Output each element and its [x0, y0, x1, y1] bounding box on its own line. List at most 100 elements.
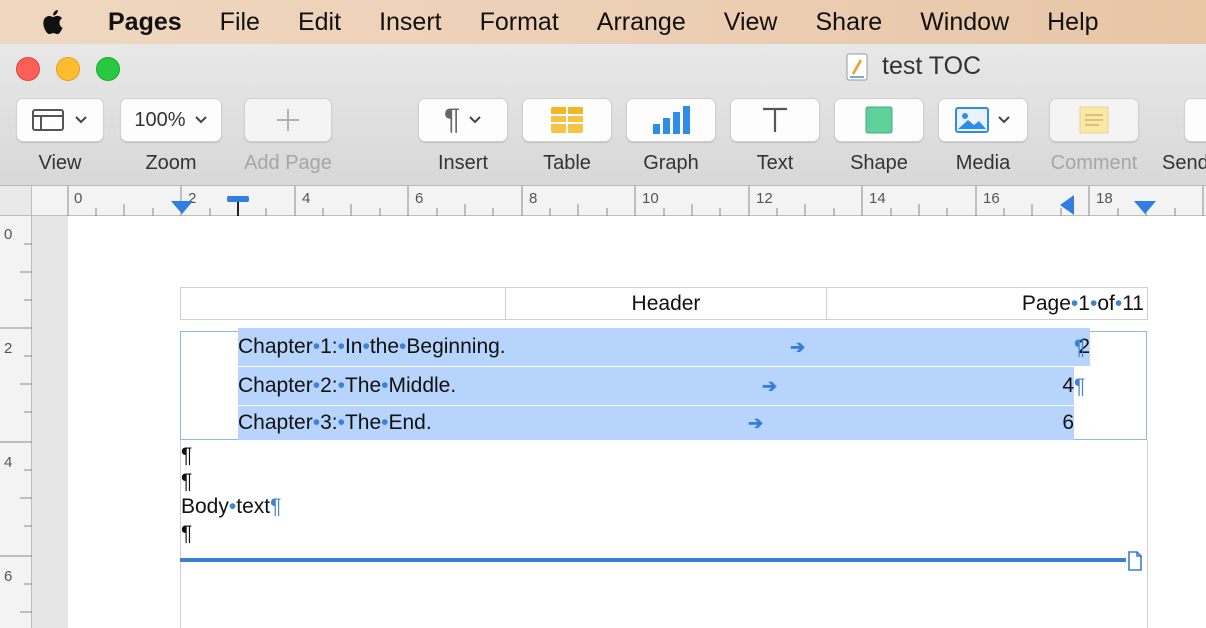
- chevron-down-icon: [998, 116, 1010, 124]
- window-titlebar: [0, 44, 1206, 94]
- ruler-number: 12: [756, 190, 773, 207]
- space-marker: •: [1114, 291, 1123, 315]
- zoom-label: Zoom: [145, 152, 197, 174]
- page-of-label: of: [1097, 291, 1115, 315]
- insert-label: Insert: [437, 152, 489, 174]
- graph-button[interactable]: [626, 98, 716, 142]
- left-indent-marker-icon[interactable]: [170, 200, 194, 216]
- text-button[interactable]: [730, 98, 820, 142]
- menu-window[interactable]: Window: [920, 8, 1009, 37]
- ruler-corner: [0, 186, 32, 216]
- right-indent-marker-icon[interactable]: [1133, 200, 1157, 216]
- section-break-line: [180, 558, 1126, 562]
- empty-paragraph-mark[interactable]: ¶: [181, 470, 192, 494]
- add-page-label: Add Page: [244, 152, 332, 174]
- ruler-number: 16: [983, 190, 1000, 207]
- zoom-value: 100%: [134, 108, 186, 131]
- minimize-window-button[interactable]: [56, 57, 80, 81]
- document-title: test TOC: [846, 52, 981, 81]
- chevron-down-icon: [194, 116, 207, 124]
- space-marker: •: [1089, 291, 1098, 315]
- header-right-cell[interactable]: Page • 1 • of • 11: [826, 288, 1147, 319]
- sidebar-layout-icon: [32, 109, 64, 131]
- tab-stop-marker-icon[interactable]: [1058, 194, 1076, 216]
- first-line-indent-marker-icon[interactable]: [226, 194, 252, 216]
- toc-entry[interactable]: Chapter•3:•The•End. ➔ 6: [238, 406, 1074, 440]
- toc-entry-page[interactable]: 6: [1062, 411, 1074, 435]
- menu-help[interactable]: Help: [1047, 8, 1098, 37]
- toc-entry-title[interactable]: Chapter•2:•The•Middle.: [238, 374, 456, 398]
- menu-format[interactable]: Format: [480, 8, 559, 37]
- page-count: 11: [1122, 291, 1144, 315]
- header-center-cell[interactable]: Header: [505, 288, 826, 319]
- space-marker: •: [1070, 291, 1079, 315]
- menu-file[interactable]: File: [220, 8, 260, 37]
- text-label: Text: [756, 152, 794, 174]
- menu-app-pages[interactable]: Pages: [108, 8, 182, 37]
- chevron-down-icon: [75, 116, 87, 124]
- comment-label: Comment: [1050, 152, 1138, 174]
- send-button[interactable]: [1184, 98, 1206, 142]
- header-text: Header: [631, 291, 701, 315]
- apple-logo-icon[interactable]: [40, 8, 84, 36]
- ruler-number: 18: [1096, 190, 1113, 207]
- menu-edit[interactable]: Edit: [298, 8, 341, 37]
- body-text-paragraph[interactable]: Body•text¶: [181, 495, 281, 519]
- pilcrow-icon: ¶: [443, 103, 461, 136]
- graph-label: Graph: [643, 152, 699, 174]
- menu-bar: Pages File Edit Insert Format Arrange Vi…: [0, 0, 1206, 44]
- ruler-number: 4: [302, 190, 311, 207]
- zoom-window-button[interactable]: [96, 57, 120, 81]
- vertical-ruler[interactable]: 0 2 4 6: [0, 216, 32, 628]
- toc-entry-page[interactable]: 4: [1062, 374, 1074, 398]
- table-icon: [551, 107, 583, 133]
- ruler-ticks: [67, 186, 1204, 216]
- page-header[interactable]: Header Page • 1 • of • 11: [180, 287, 1148, 320]
- canvas-background: [32, 216, 68, 628]
- send-label: Send: [1162, 152, 1206, 174]
- empty-paragraph-mark[interactable]: ¶: [181, 444, 192, 468]
- view-button[interactable]: [16, 98, 104, 142]
- menu-view[interactable]: View: [724, 8, 778, 37]
- photo-icon: [955, 107, 989, 133]
- shape-button[interactable]: [834, 98, 924, 142]
- table-label: Table: [543, 152, 591, 174]
- empty-paragraph-mark[interactable]: ¶: [181, 522, 192, 546]
- toc-entry[interactable]: Chapter•2:•The•Middle. ➔ 4: [238, 367, 1074, 405]
- menu-arrange[interactable]: Arrange: [597, 8, 686, 37]
- table-button[interactable]: [522, 98, 612, 142]
- horizontal-ruler[interactable]: 0 2 4 6 8 10 12 14 16 18: [32, 186, 1206, 216]
- pilcrow-icon: ¶: [1074, 375, 1086, 398]
- shape-square-icon: [865, 106, 893, 134]
- media-label: Media: [955, 152, 1011, 174]
- toc-entry[interactable]: Chapter•1:•In•the•Beginning. ➔ 2: [238, 328, 1090, 366]
- menu-share[interactable]: Share: [815, 8, 882, 37]
- bar-chart-icon: [653, 106, 690, 134]
- tab-arrow-icon: ➔: [748, 412, 764, 433]
- insert-button[interactable]: ¶: [418, 98, 508, 142]
- text-t-icon: [763, 107, 787, 132]
- pilcrow-icon: ¶: [1074, 336, 1086, 359]
- view-label: View: [38, 152, 82, 174]
- document-title-text: test TOC: [882, 52, 982, 80]
- close-window-button[interactable]: [16, 57, 40, 81]
- vertical-ruler-ticks: [0, 243, 32, 613]
- comment-note-icon: [1079, 106, 1109, 134]
- header-left-cell[interactable]: [181, 288, 505, 319]
- toc-entry-title[interactable]: Chapter•3:•The•End.: [238, 411, 432, 435]
- menu-insert[interactable]: Insert: [379, 8, 442, 37]
- comment-button[interactable]: [1049, 98, 1139, 142]
- plus-icon: [277, 109, 299, 131]
- section-break-icon[interactable]: [1127, 551, 1143, 571]
- add-page-button[interactable]: [244, 98, 332, 142]
- zoom-select[interactable]: 100%: [120, 98, 222, 142]
- pages-document-icon: [846, 53, 868, 80]
- ruler-number: 6: [4, 568, 13, 585]
- media-button[interactable]: [938, 98, 1028, 142]
- toc-entry-title[interactable]: Chapter•1:•In•the•Beginning.: [238, 335, 506, 359]
- ruler-number: 14: [869, 190, 886, 207]
- ruler-number: 0: [4, 226, 13, 243]
- ruler-number: 6: [415, 190, 424, 207]
- chevron-down-icon: [469, 116, 481, 124]
- toolbar: View 100% Zoom Add Page ¶ Insert Table G…: [0, 94, 1206, 186]
